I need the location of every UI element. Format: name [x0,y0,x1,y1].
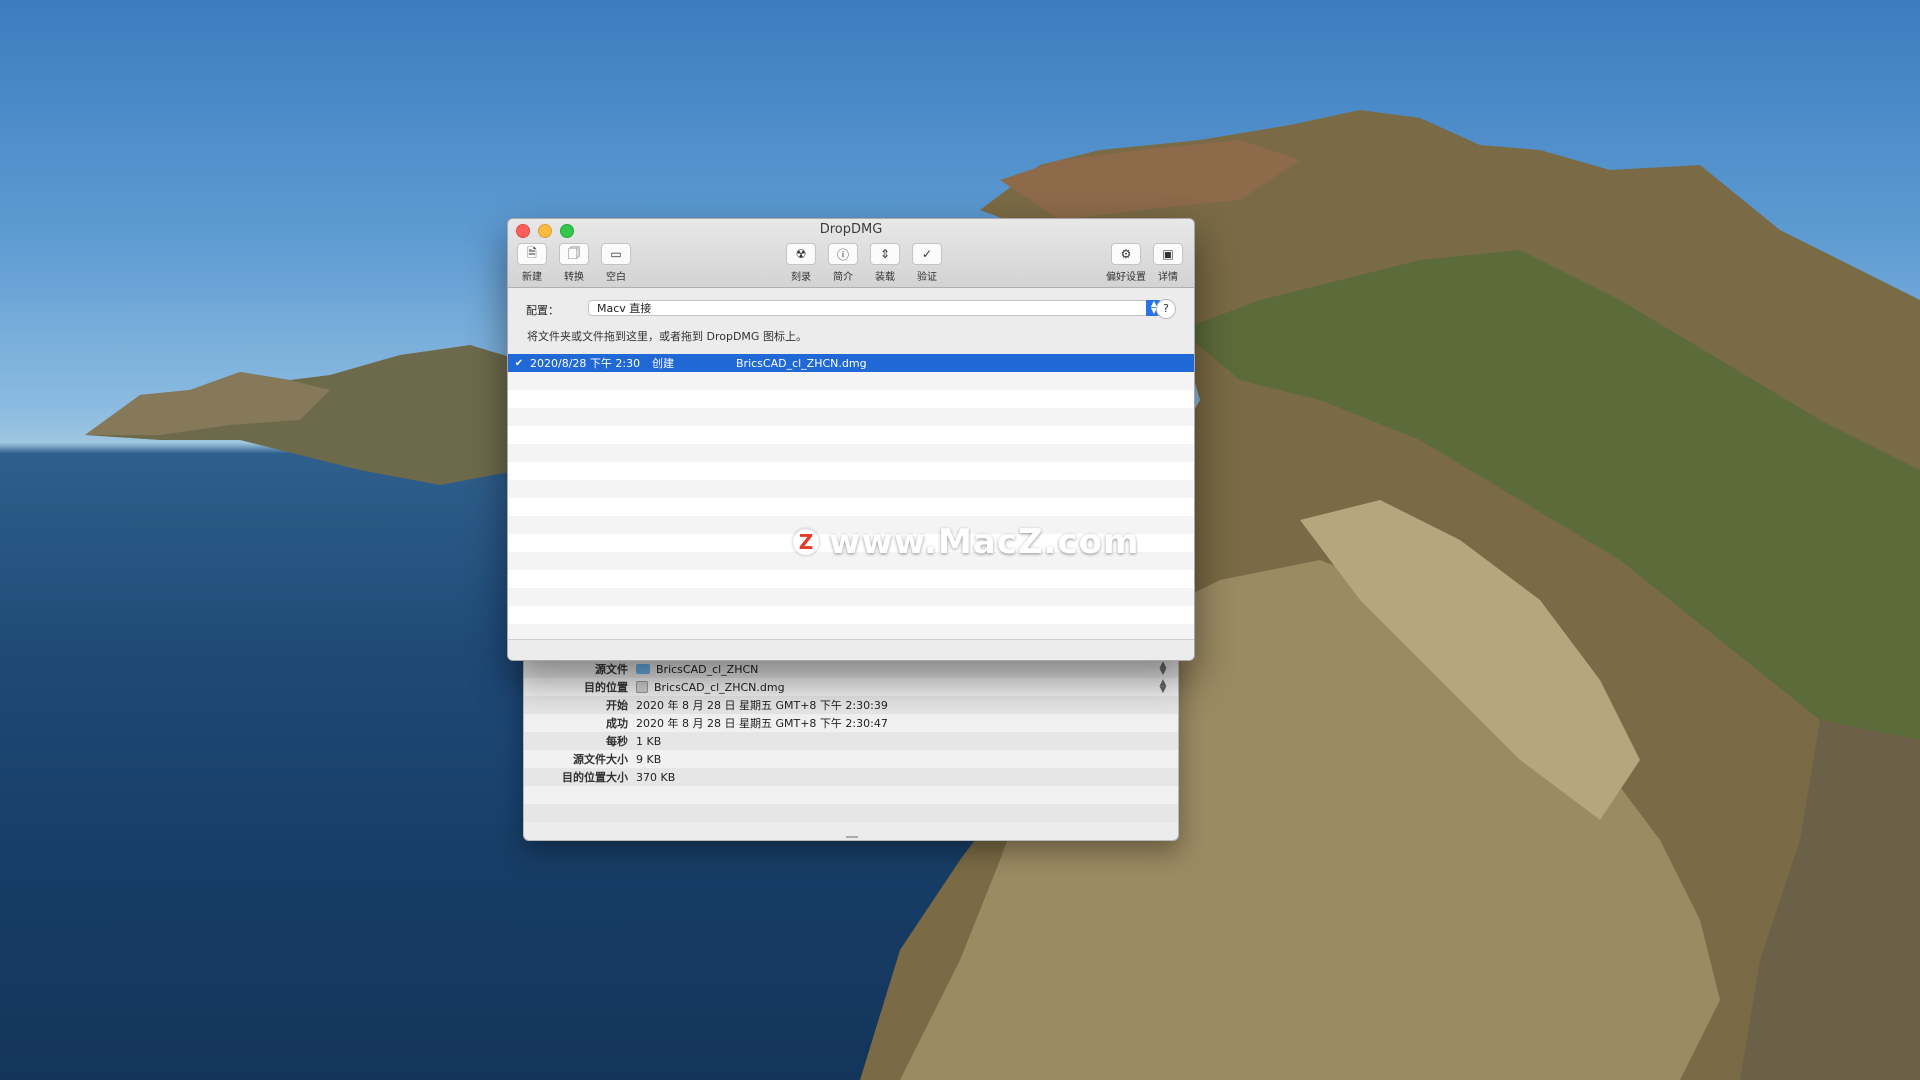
toolbar-label: 简介 [833,272,853,283]
details-icon[interactable]: ▣ [1153,243,1183,265]
list-item [508,372,1194,390]
details-row-empty [524,804,1178,822]
list-item [508,498,1194,516]
toolbar-blank-button[interactable]: ▭ 空白 [596,243,636,283]
toolbar-label: 刻录 [791,272,811,283]
success-time-value: 2020 年 8 月 28 日 星期五 GMT+8 下午 2:30:47 [636,717,888,730]
detail-value: BricsCAD_cl_ZHCN [636,663,1156,676]
watermark-logo-badge: Z [793,529,819,555]
list-item [508,462,1194,480]
toolbar-label: 验证 [917,272,937,283]
toolbar-preferences-button[interactable]: ⚙ 偏好设置 [1101,243,1151,283]
source-size-value: 9 KB [636,752,662,766]
drawer-resize-handle[interactable] [846,836,858,838]
title-bar: DropDMG 🗎 新建 🗍 转换 ▭ 空白 ☢ 刻录 ⓘ 简介 ⇕ 装载 ✓ [508,219,1194,288]
checkmark-icon: ✔ [514,357,524,369]
toolbar-new-button[interactable]: 🗎 新建 [512,243,552,283]
disk-image-icon [636,681,648,693]
help-button[interactable]: ? [1156,299,1176,319]
detail-label: 源文件大小 [573,753,628,766]
burn-icon[interactable]: ☢ [786,243,816,265]
rate-value: 1 KB [636,734,662,748]
details-row-destination-size: 目的位置大小 370 KB [524,768,1178,786]
toolbar-label: 新建 [522,272,542,283]
log-row-selected[interactable]: ✔ 2020/8/28 下午 2:30 创建 BricsCAD_cl_ZHCN.… [508,354,1194,372]
config-row: 配置： Macv 直接 ▲ ▼ [526,300,1162,318]
detail-label: 成功 [606,717,628,730]
list-item [508,426,1194,444]
toolbar-label: 偏好设置 [1106,272,1146,283]
start-time-value: 2020 年 8 月 28 日 星期五 GMT+8 下午 2:30:39 [636,699,888,712]
toolbar-mount-button[interactable]: ⇕ 装载 [865,243,905,283]
list-item [508,570,1194,588]
destination-popup-arrows-icon[interactable]: ▲ ▼ [1156,679,1170,695]
toolbar-label: 转换 [564,272,584,283]
details-row-destination: 目的位置 BricsCAD_cl_ZHCN.dmg ▲ ▼ [524,678,1178,696]
list-item [508,606,1194,624]
details-row-empty [524,786,1178,804]
details-row-start: 开始 2020 年 8 月 28 日 星期五 GMT+8 下午 2:30:39 [524,696,1178,714]
source-popup-arrows-icon[interactable]: ▲ ▼ [1156,661,1170,677]
detail-value: BricsCAD_cl_ZHCN.dmg [636,681,1156,694]
list-item [508,408,1194,426]
detail-label: 每秒 [606,735,628,748]
window-title: DropDMG [819,222,883,237]
config-label: 配置： [526,304,559,317]
toolbar-convert-button[interactable]: 🗍 转换 [554,243,594,283]
blank-disk-icon[interactable]: ▭ [601,243,631,265]
toolbar-details-button[interactable]: ▣ 详情 [1148,243,1188,283]
list-item [508,444,1194,462]
details-row-source: 源文件 BricsCAD_cl_ZHCN ▲ ▼ [524,660,1178,678]
destination-size-value: 370 KB [636,770,676,784]
details-table: 源文件 BricsCAD_cl_ZHCN ▲ ▼ 目的位置 BricsCAD_cl… [524,660,1178,822]
window-content: 配置： Macv 直接 ▲ ▼ ? 将文件夹或文件拖到这里，或者拖到 DropDM… [508,288,1194,660]
watermark: Z www.MacZ.com [793,522,1139,562]
dropdmg-window: DropDMG 🗎 新建 🗍 转换 ▭ 空白 ☢ 刻录 ⓘ 简介 ⇕ 装载 ✓ [507,218,1195,661]
config-select[interactable]: Macv 直接 ▲ ▼ [588,300,1162,316]
detail-label: 目的位置 [584,681,628,694]
destination-value[interactable]: BricsCAD_cl_ZHCN.dmg [654,681,785,694]
list-footer [508,639,1194,660]
gear-icon[interactable]: ⚙ [1111,243,1141,265]
source-file-value[interactable]: BricsCAD_cl_ZHCN [656,663,758,676]
details-drawer: 源文件 BricsCAD_cl_ZHCN ▲ ▼ 目的位置 BricsCAD_cl… [523,650,1179,841]
toolbar-label: 装载 [875,272,895,283]
list-item [508,480,1194,498]
verify-icon[interactable]: ✓ [912,243,942,265]
details-row-source-size: 源文件大小 9 KB [524,750,1178,768]
list-item [508,390,1194,408]
mount-icon[interactable]: ⇕ [870,243,900,265]
toolbar-label: 空白 [606,272,626,283]
new-doc-icon[interactable]: 🗎 [517,243,547,265]
toolbar-info-button[interactable]: ⓘ 简介 [823,243,863,283]
details-row-success: 成功 2020 年 8 月 28 日 星期五 GMT+8 下午 2:30:47 [524,714,1178,732]
info-icon[interactable]: ⓘ [828,243,858,265]
drop-hint-text: 将文件夹或文件拖到这里，或者拖到 DropDMG 图标上。 [527,330,807,343]
toolbar-label: 详情 [1158,272,1178,283]
toolbar-burn-button[interactable]: ☢ 刻录 [781,243,821,283]
log-list[interactable]: ✔ 2020/8/28 下午 2:30 创建 BricsCAD_cl_ZHCN.… [508,354,1194,639]
log-action: 创建 [652,357,674,370]
log-file: BricsCAD_cl_ZHCN.dmg [736,356,867,370]
convert-doc-icon[interactable]: 🗍 [559,243,589,265]
toolbar-verify-button[interactable]: ✓ 验证 [907,243,947,283]
log-date: 2020/8/28 下午 2:30 [530,357,641,370]
detail-label: 源文件 [595,663,628,676]
watermark-text: www.MacZ.com [829,522,1140,562]
detail-label: 目的位置大小 [562,771,628,784]
list-item [508,588,1194,606]
details-row-rate: 每秒 1 KB [524,732,1178,750]
detail-label: 开始 [606,699,628,712]
list-item [508,624,1194,639]
folder-icon [636,664,650,674]
config-selected-value: Macv 直接 [597,302,652,315]
